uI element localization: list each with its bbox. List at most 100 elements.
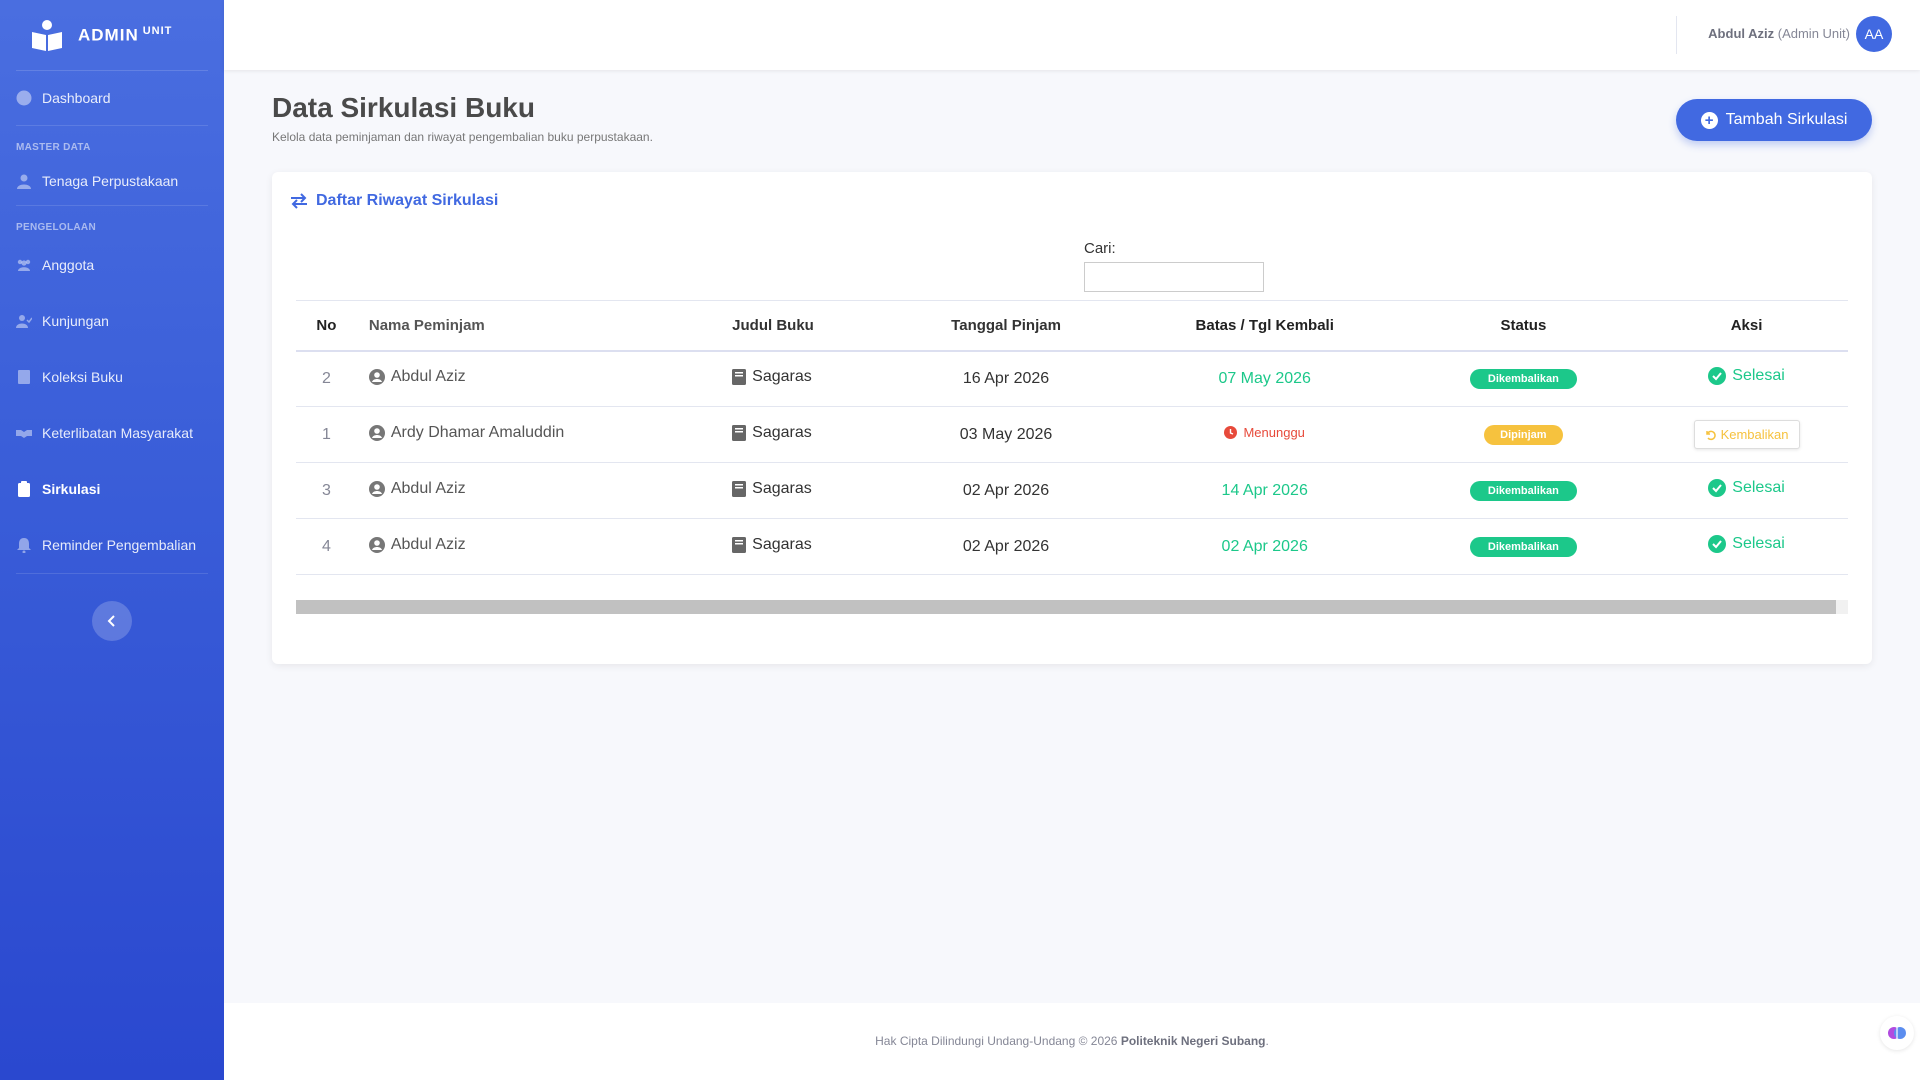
- book-title: Sagaras: [752, 423, 812, 441]
- action-done-label: Selesai: [1732, 535, 1785, 552]
- return-date: 02 Apr 2026: [1127, 518, 1402, 575]
- sidebar: ADMIN UNIT Dashboard MASTER DATA Tenaga P…: [0, 0, 224, 1080]
- status-badge: Dipinjam: [1484, 424, 1563, 445]
- check-circle-icon: [1708, 367, 1727, 386]
- sidebar-item-kunjungan[interactable]: Kunjungan: [0, 293, 224, 349]
- col-header-name[interactable]: Nama Peminjam: [356, 300, 733, 352]
- assistant-brain-icon[interactable]: [1880, 1016, 1914, 1050]
- sidebar-item-koleksi-buku[interactable]: Koleksi Buku: [0, 349, 224, 405]
- table-row: 4 Abdul Aziz Sagaras 02 Apr 2026 02 Apr …: [296, 518, 1848, 575]
- card-title: Daftar Riwayat Sirkulasi: [290, 192, 498, 210]
- borrower-name: Abdul Aziz: [390, 535, 466, 553]
- return-date: 07 May 2026: [1127, 350, 1402, 407]
- sidebar-item-label: Reminder Pengembalian: [42, 537, 197, 553]
- sidebar-item-label: Keterlibatan Masyarakat: [42, 425, 193, 441]
- brand-sup: UNIT: [142, 24, 173, 37]
- book-title: Sagaras: [752, 479, 812, 497]
- topbar: Abdul Aziz (Admin Unit) AA: [224, 0, 1920, 70]
- sidebar-item-label: Anggota: [42, 257, 95, 273]
- sidebar-item-keterlibatan-masyarakat[interactable]: Keterlibatan Masyarakat: [0, 405, 224, 461]
- add-circulation-button[interactable]: + Tambah Sirkulasi: [1676, 99, 1872, 141]
- borrow-date: 02 Apr 2026: [884, 462, 1128, 519]
- exchange-icon: [291, 193, 307, 209]
- footer-period: .: [1265, 1034, 1269, 1048]
- sidebar-item-label: Sirkulasi: [42, 481, 101, 497]
- col-header-borrow-date[interactable]: Tanggal Pinjam: [884, 300, 1128, 352]
- return-book-button[interactable]: Kembalikan: [1693, 420, 1800, 449]
- table-horizontal-scrollbar[interactable]: [296, 600, 1848, 614]
- check-circle-icon: [1708, 479, 1727, 497]
- return-date: 14 Apr 2026: [1127, 462, 1402, 519]
- table-row: 2 Abdul Aziz Sagaras 16 Apr 2026 07 May …: [296, 350, 1848, 407]
- user-circle-icon: [368, 424, 385, 441]
- sidebar-item-label: Koleksi Buku: [42, 369, 123, 385]
- chevron-left-icon: [107, 615, 115, 627]
- book-icon: [732, 368, 747, 385]
- row-no: 4: [296, 518, 357, 575]
- topbar-divider: [1676, 16, 1677, 54]
- status-badge: Dikembalikan: [1469, 480, 1577, 501]
- sidebar-item-dashboard[interactable]: Dashboard: [0, 71, 224, 125]
- return-book-label: Kembalikan: [1720, 427, 1789, 442]
- col-header-due-date[interactable]: Batas / Tgl Kembali: [1127, 300, 1402, 352]
- row-no: 1: [296, 406, 357, 463]
- waiting-label: Menunggu: [1243, 425, 1305, 440]
- clock-icon: [1224, 426, 1238, 439]
- book-icon: [732, 480, 747, 497]
- brand[interactable]: ADMIN UNIT: [0, 0, 224, 70]
- scrollbar-thumb[interactable]: [296, 600, 1836, 614]
- action-done-label: Selesai: [1732, 367, 1785, 385]
- col-header-status[interactable]: Status: [1401, 300, 1646, 352]
- sidebar-heading-pengelolaan: PENGELOLAAN: [16, 222, 96, 233]
- borrow-date: 03 May 2026: [884, 406, 1128, 463]
- clipboard-icon: [18, 481, 30, 497]
- row-no: 3: [296, 462, 357, 519]
- sidebar-toggle-button[interactable]: [92, 601, 132, 641]
- sidebar-item-tenaga-perpustakaan[interactable]: Tenaga Perpustakaan: [0, 157, 224, 205]
- action-done-label: Selesai: [1732, 479, 1785, 496]
- book-reader-logo-icon: [32, 20, 62, 51]
- borrow-date: 02 Apr 2026: [884, 518, 1128, 575]
- bell-icon: [17, 538, 31, 553]
- sidebar-item-sirkulasi[interactable]: Sirkulasi: [0, 461, 224, 517]
- dashboard-icon: [16, 90, 32, 106]
- user-circle-icon: [368, 480, 385, 497]
- search-input[interactable]: [1084, 262, 1264, 292]
- table-header-row: No Nama Peminjam Judul Buku Tanggal Pinj…: [296, 300, 1848, 352]
- sidebar-item-label: Kunjungan: [42, 313, 109, 329]
- row-no: 2: [296, 350, 357, 407]
- brain-icon: [1888, 1027, 1906, 1039]
- circulation-table: No Nama Peminjam Judul Buku Tanggal Pinj…: [296, 300, 1848, 575]
- book-title: Sagaras: [752, 535, 812, 553]
- user-menu[interactable]: Abdul Aziz (Admin Unit): [1708, 26, 1850, 41]
- user-circle-icon: [368, 368, 385, 385]
- sidebar-item-anggota[interactable]: Anggota: [0, 237, 224, 293]
- user-icon: [17, 174, 31, 189]
- footer: Hak Cipta Dilindungi Undang-Undang © 202…: [224, 1003, 1920, 1080]
- user-role: (Admin Unit): [1777, 26, 1850, 41]
- user-circle-icon: [368, 536, 385, 553]
- avatar[interactable]: AA: [1856, 16, 1892, 52]
- col-header-action[interactable]: Aksi: [1645, 300, 1848, 352]
- status-badge: Dikembalikan: [1469, 536, 1577, 557]
- add-circulation-label: Tambah Sirkulasi: [1725, 111, 1848, 128]
- plus-circle-icon: +: [1700, 111, 1718, 129]
- footer-copyright: Hak Cipta Dilindungi Undang-Undang © 202…: [875, 1034, 1118, 1048]
- book-icon: [732, 536, 747, 553]
- col-header-book[interactable]: Judul Buku: [732, 300, 885, 352]
- book-icon: [732, 424, 747, 441]
- sidebar-item-reminder-pengembalian[interactable]: Reminder Pengembalian: [0, 517, 224, 573]
- book-icon: [18, 370, 30, 384]
- sidebar-item-label: Tenaga Perpustakaan: [42, 173, 179, 189]
- brand-name: ADMIN: [78, 25, 139, 45]
- col-header-no[interactable]: No: [296, 300, 357, 352]
- borrow-date: 16 Apr 2026: [884, 350, 1128, 407]
- footer-organization: Politeknik Negeri Subang: [1120, 1034, 1266, 1048]
- sidebar-heading-master-data: MASTER DATA: [16, 142, 91, 153]
- circulation-card: Daftar Riwayat Sirkulasi Cari: No Nama P…: [272, 172, 1872, 664]
- book-title: Sagaras: [752, 367, 812, 385]
- check-circle-icon: [1708, 535, 1727, 553]
- page-title: Data Sirkulasi Buku: [272, 92, 535, 123]
- search-label: Cari:: [1084, 240, 1116, 257]
- user-check-icon: [16, 315, 32, 328]
